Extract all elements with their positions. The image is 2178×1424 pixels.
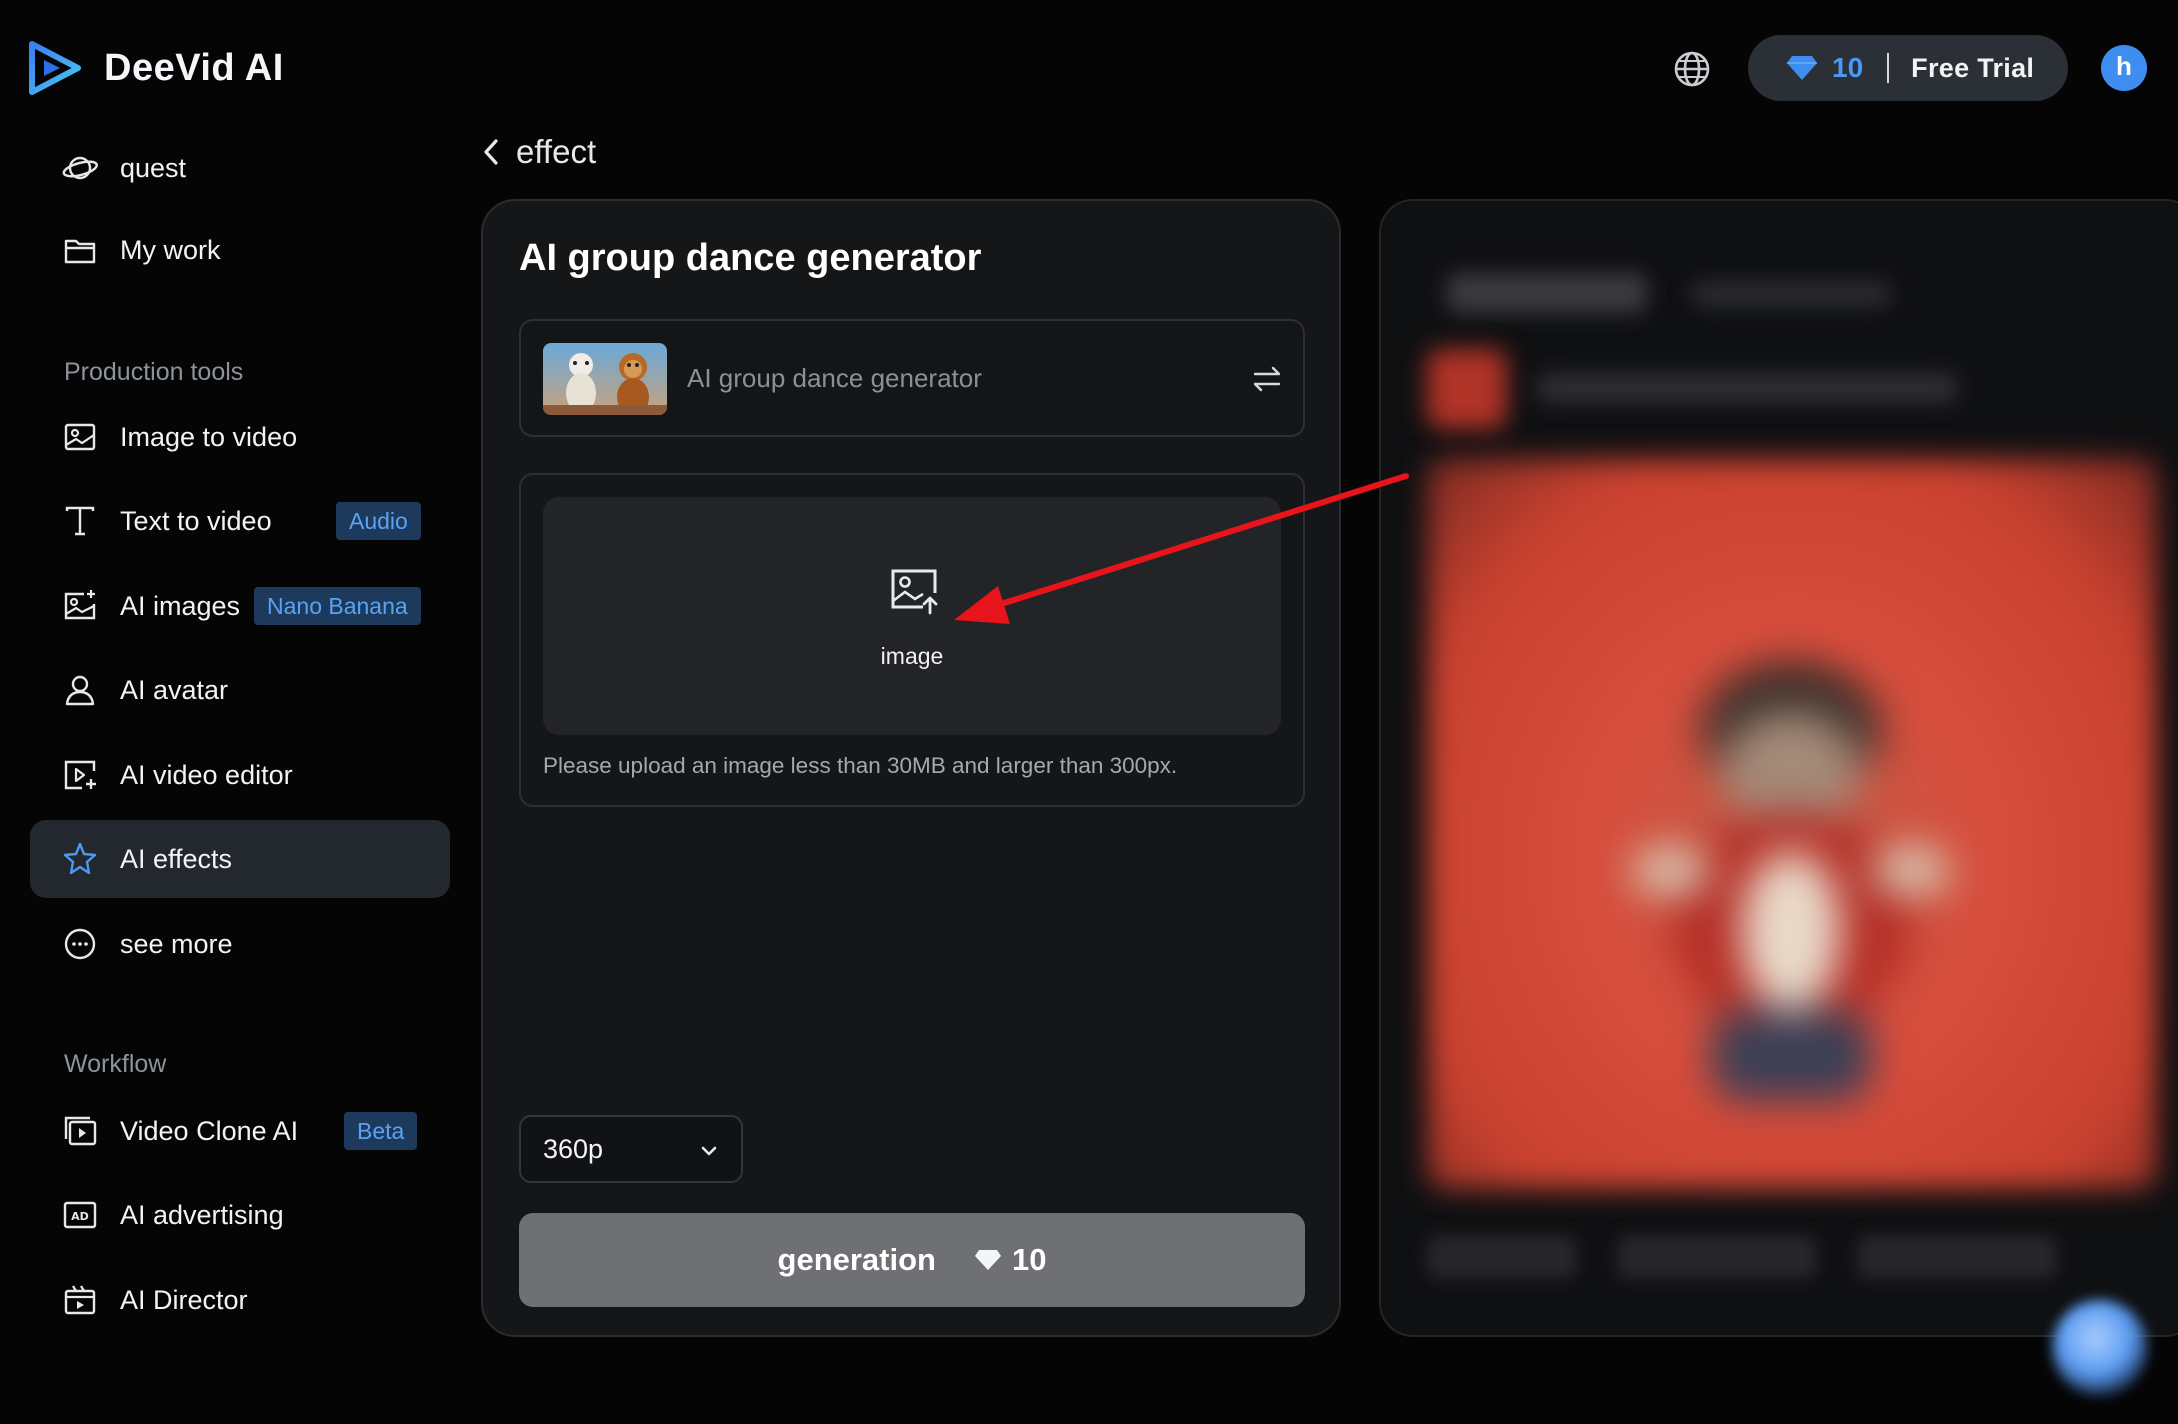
svg-text:AD: AD [71,1210,89,1223]
sidebar-item-label: quest [120,152,187,183]
back-label: effect [516,133,597,170]
sidebar-item-ai-advertising[interactable]: AD AI advertising [30,1176,450,1254]
globe-icon[interactable] [1672,49,1712,89]
blurred-chip [1857,1235,2057,1279]
app-name: DeeVid AI [104,46,284,89]
sidebar-item-ai-director[interactable]: AI Director [30,1261,450,1339]
logo-icon [29,41,81,95]
sidebar-item-quest[interactable]: quest [30,129,450,207]
effect-panel: AI group dance generator AI group dance [481,199,1341,1337]
blurred-subheading [1691,281,1891,307]
free-trial-label[interactable]: Free Trial [1911,53,2034,84]
section-production-tools: Production tools [64,358,244,386]
sidebar-item-ai-effects[interactable]: AI effects [30,820,450,898]
effect-selector[interactable]: AI group dance generator [519,319,1305,437]
sidebar-item-label: Video Clone AI [120,1115,299,1146]
back-link[interactable]: effect [480,133,596,171]
generate-cost: 10 [1011,1242,1047,1277]
nano-banana-badge: Nano Banana [254,587,421,625]
user-icon [65,675,95,706]
blurred-figure [1631,661,1951,1101]
sidebar-item-label: see more [120,928,233,959]
star-icon [63,842,97,875]
user-avatar[interactable]: h [2101,45,2147,91]
sidebar-item-label: AI images [120,590,241,621]
swap-icon[interactable] [1249,361,1285,397]
section-workflow: Workflow [64,1050,167,1078]
resolution-value: 360p [543,1133,604,1164]
sidebar-item-ai-images[interactable]: AI images Nano Banana [30,567,450,645]
sidebar-item-my-work[interactable]: My work [30,211,450,289]
blurred-heading [1447,273,1647,313]
annotation-arrow [954,473,1409,624]
upload-hint: Please upload an image less than 30MB an… [543,753,1178,778]
text-icon [65,506,95,536]
credits-pill[interactable]: 10 Free Trial [1748,35,2068,101]
blurred-chip [1617,1235,1817,1279]
sidebar-item-ai-video-editor[interactable]: AI video editor [30,736,450,814]
blurred-avatar [1427,349,1507,429]
chevron-left-icon [484,139,498,165]
clapper-icon [64,1285,96,1315]
sidebar-item-video-clone-ai[interactable]: Video Clone AI Beta [30,1092,450,1170]
sidebar-item-label: Image to video [120,421,298,452]
sparkle-image-icon [64,590,96,620]
effect-name: AI group dance generator [687,363,982,393]
image-icon [64,423,96,451]
example-preview-panel [1379,199,2178,1337]
ad-icon: AD [63,1201,97,1229]
generate-button[interactable]: generation 10 [519,1213,1305,1307]
sidebar-item-label: Text to video [120,505,272,536]
panel-title: AI group dance generator [519,237,982,279]
generate-label: generation [777,1242,936,1277]
sidebar-item-label: AI effects [120,843,233,874]
pill-divider [1887,53,1890,83]
credits-count: 10 [1832,52,1864,83]
sidebar-item-text-to-video[interactable]: Text to video Audio [30,482,450,560]
blurred-chip [1427,1235,1577,1279]
resolution-select[interactable]: 360p [519,1115,743,1183]
video-clone-icon [64,1116,97,1146]
diamond-icon [1787,56,1817,80]
sidebar-item-ai-avatar[interactable]: AI avatar [30,651,450,729]
sidebar-item-image-to-video[interactable]: Image to video [30,398,450,476]
chevron-down-icon [701,1146,717,1156]
sidebar-item-label: AI avatar [120,674,229,705]
chat-support-bubble[interactable] [2052,1300,2148,1396]
more-icon [64,928,96,960]
image-upload-icon [891,569,938,615]
beta-badge: Beta [344,1112,418,1150]
diamond-icon [974,1250,1001,1270]
effect-thumbnail [543,343,667,415]
blurred-caption [1537,373,1957,403]
sidebar-item-label: AI video editor [120,759,293,790]
sidebar-item-label: AI advertising [120,1199,284,1230]
sidebar-item-label: AI Director [120,1284,248,1315]
logo[interactable]: DeeVid AI [28,40,284,96]
sidebar-item-see-more[interactable]: see more [30,905,450,983]
planet-icon [62,156,98,180]
folder-icon [64,239,96,264]
app-window: DeeVid AI 10 Free Trial h quest My work … [0,0,2178,1424]
video-edit-icon [64,760,96,790]
sidebar-item-label: My work [120,234,221,265]
audio-badge: Audio [336,502,421,540]
upload-label: image [880,643,944,669]
